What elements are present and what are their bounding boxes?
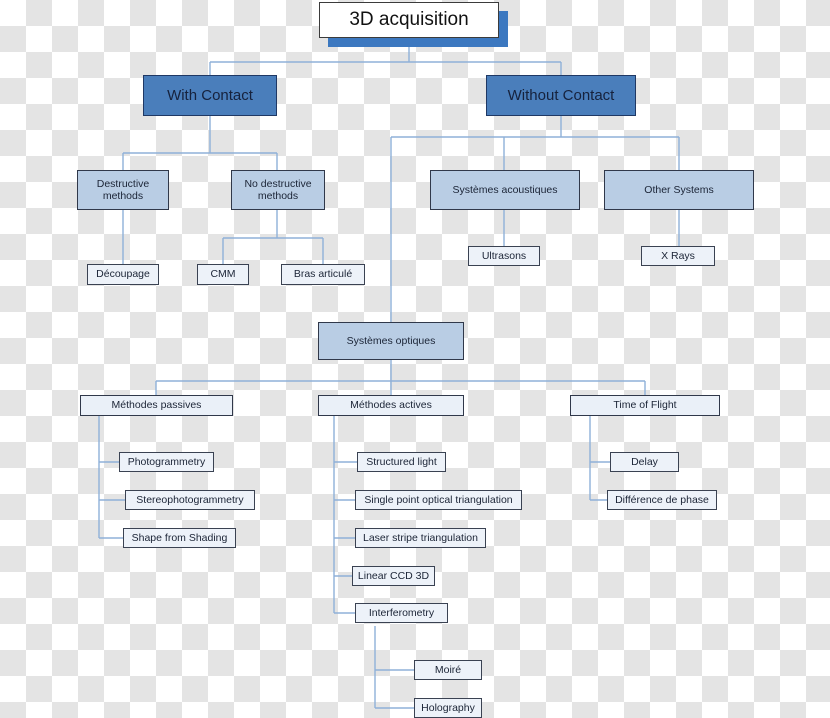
node-methodes-passives[interactable]: Méthodes passives (80, 395, 233, 416)
node-time-of-flight[interactable]: Time of Flight (570, 395, 720, 416)
flowchart-canvas: 3D acquisition With Contact Without Cont… (0, 0, 830, 718)
node-systemes-acoustiques[interactable]: Systèmes acoustiques (430, 170, 580, 210)
node-x-rays[interactable]: X Rays (641, 246, 715, 266)
node-destructive-methods[interactable]: Destructive methods (77, 170, 169, 210)
node-with-contact[interactable]: With Contact (143, 75, 277, 116)
node-decoupage[interactable]: Découpage (87, 264, 159, 285)
node-structured-light[interactable]: Structured light (357, 452, 446, 472)
node-difference-de-phase[interactable]: Différence de phase (607, 490, 717, 510)
node-methodes-actives[interactable]: Méthodes actives (318, 395, 464, 416)
node-root-3d-acquisition[interactable]: 3D acquisition (319, 2, 499, 38)
node-holography[interactable]: Holography (414, 698, 482, 718)
node-interferometry[interactable]: Interferometry (355, 603, 448, 623)
node-laser-stripe-triangulation[interactable]: Laser stripe triangulation (355, 528, 486, 548)
node-bras-articule[interactable]: Bras articulé (281, 264, 365, 285)
node-shape-from-shading[interactable]: Shape from Shading (123, 528, 236, 548)
node-delay[interactable]: Delay (610, 452, 679, 472)
node-without-contact[interactable]: Without Contact (486, 75, 636, 116)
node-ultrasons[interactable]: Ultrasons (468, 246, 540, 266)
node-systemes-optiques[interactable]: Systèmes optiques (318, 322, 464, 360)
node-single-point-optical-triangulation[interactable]: Single point optical triangulation (355, 490, 522, 510)
node-cmm[interactable]: CMM (197, 264, 249, 285)
node-linear-ccd-3d[interactable]: Linear CCD 3D (352, 566, 435, 586)
node-stereophotogrammetry[interactable]: Stereophotogrammetry (125, 490, 255, 510)
node-other-systems[interactable]: Other Systems (604, 170, 754, 210)
node-no-destructive-methods[interactable]: No destructive methods (231, 170, 325, 210)
node-photogrammetry[interactable]: Photogrammetry (119, 452, 214, 472)
node-moire[interactable]: Moiré (414, 660, 482, 680)
